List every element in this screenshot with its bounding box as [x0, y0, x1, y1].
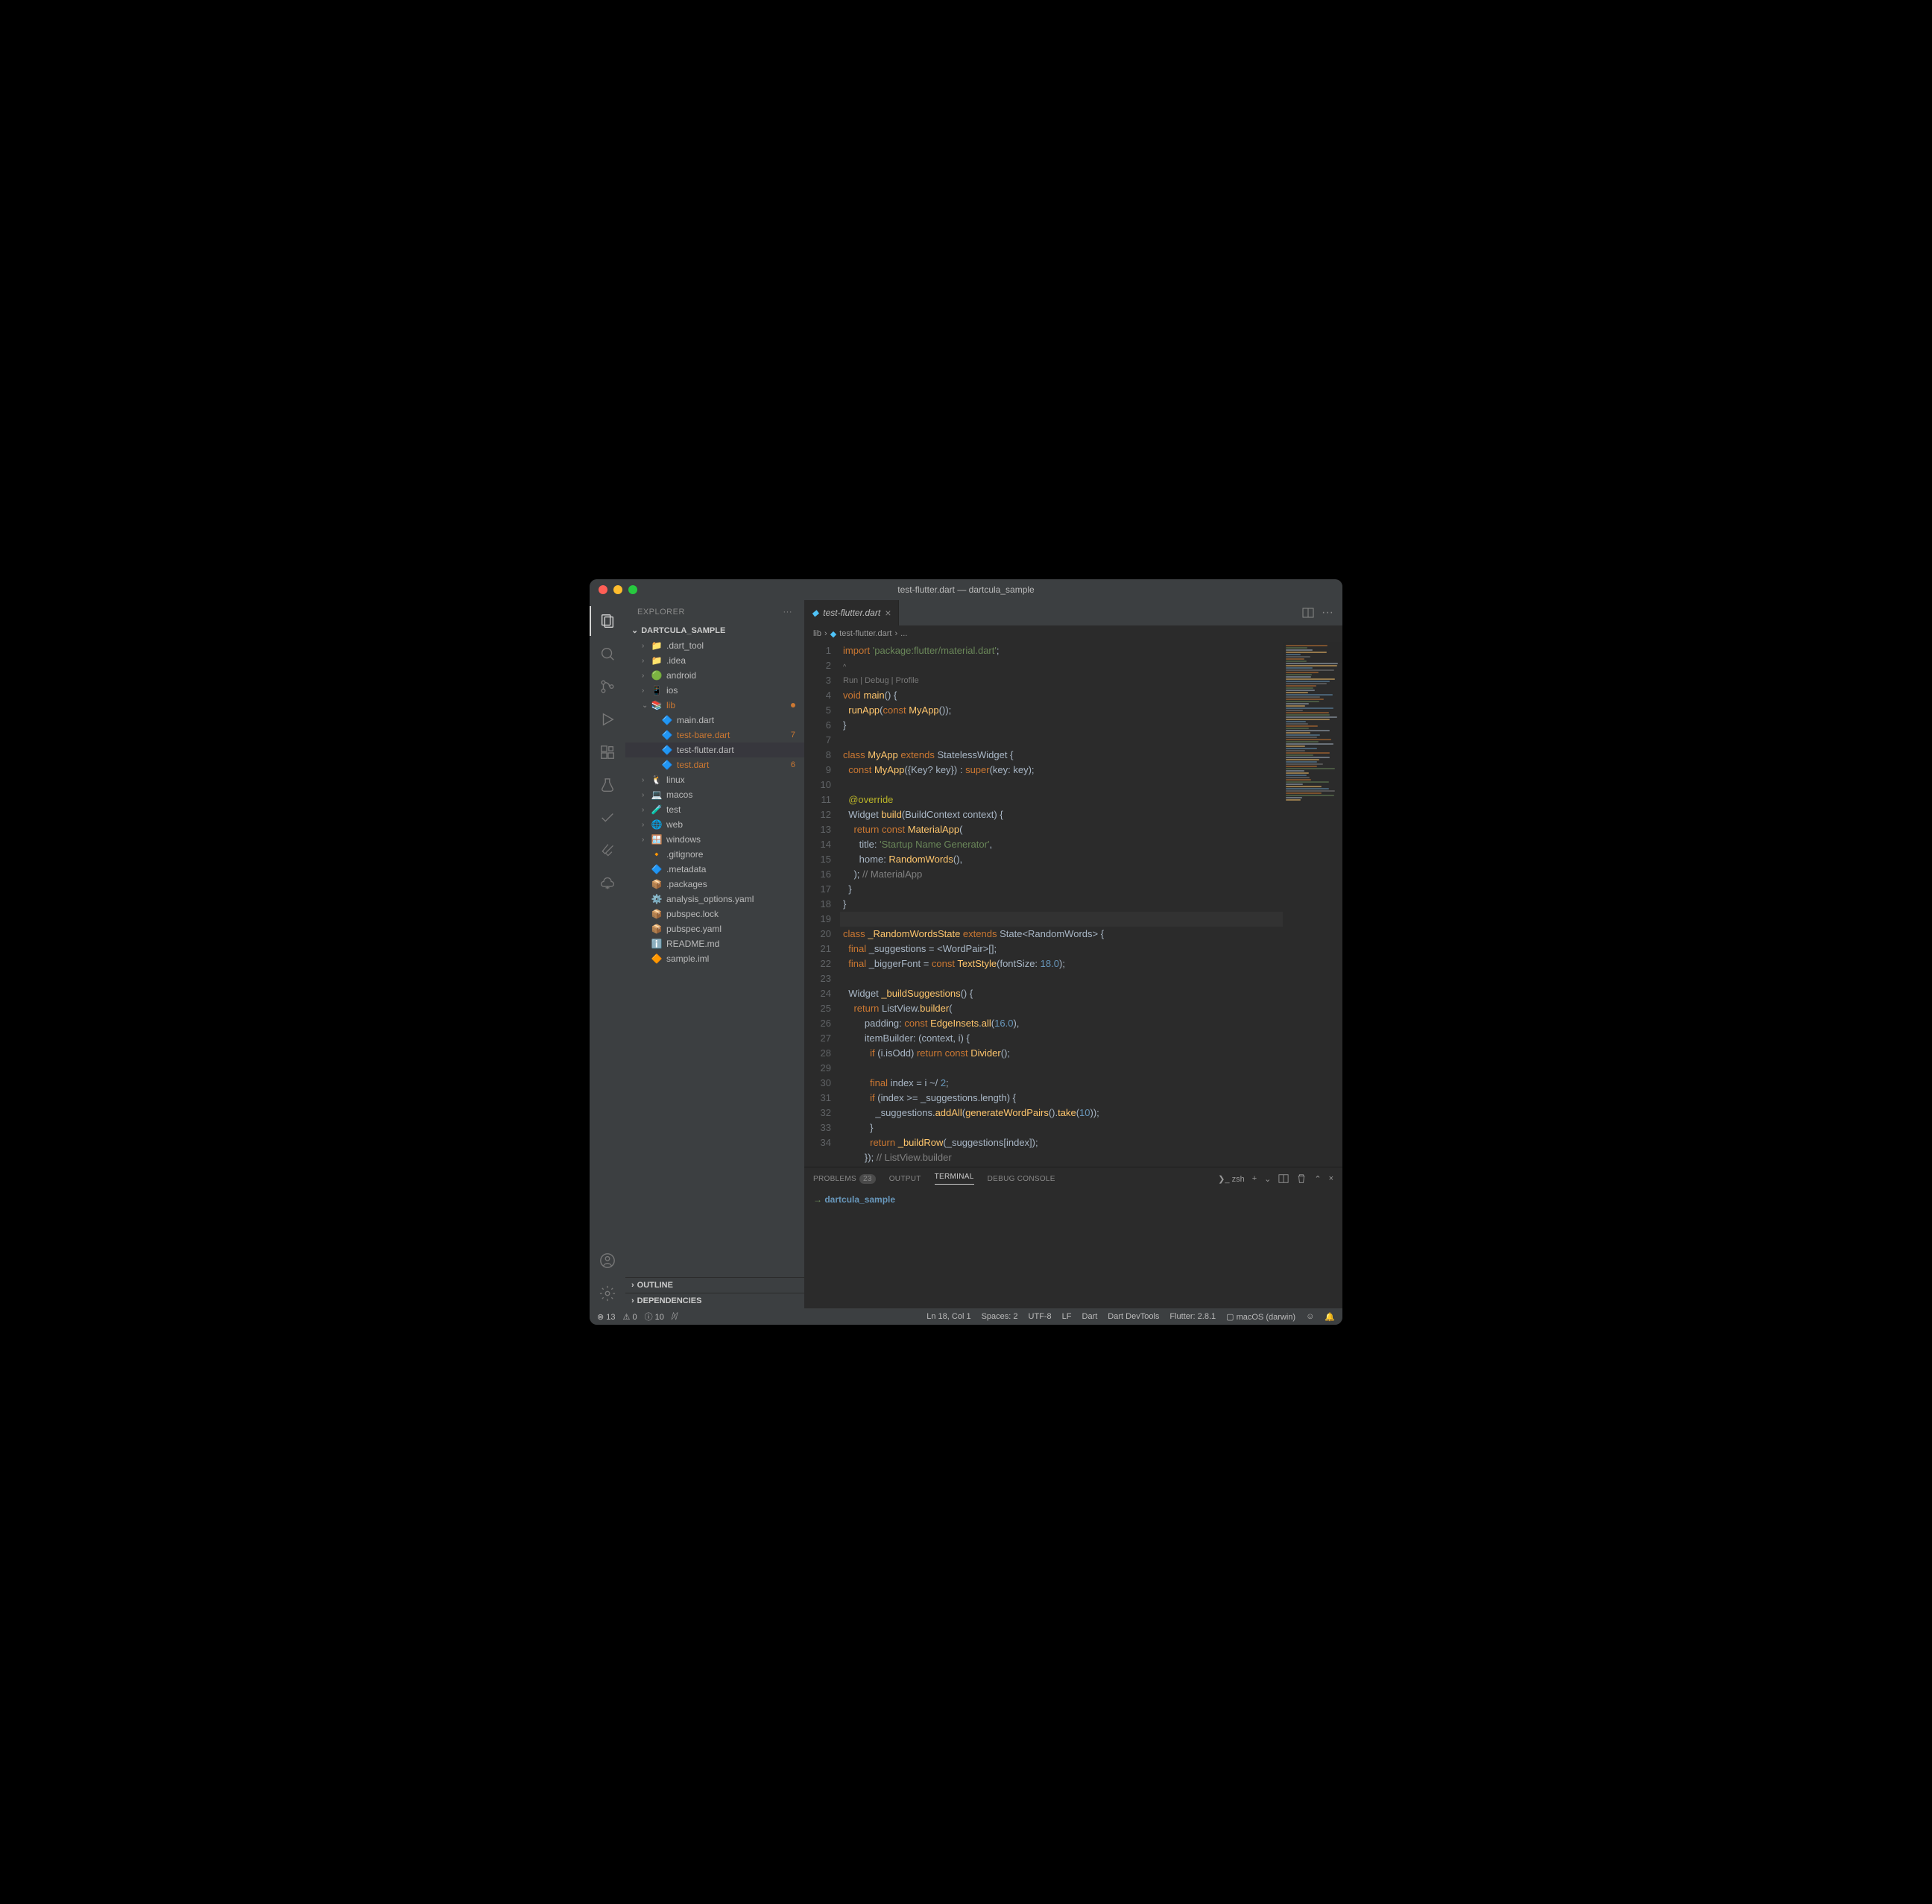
tab-debug-console[interactable]: DEBUG CONSOLE — [988, 1175, 1055, 1183]
tree-item[interactable]: 🔷test.dart6 — [625, 757, 804, 772]
split-editor-icon[interactable] — [1302, 607, 1314, 619]
file-tree[interactable]: ›📁.dart_tool›📁.idea›🟢android›📱ios⌄📚lib🔷m… — [625, 638, 804, 1277]
tab-actions: ··· — [1302, 600, 1342, 625]
code-editor[interactable]: 1234567891011121314151617181920212223242… — [804, 642, 1283, 1167]
tab-problems[interactable]: PROBLEMS23 — [813, 1175, 876, 1183]
indentation[interactable]: Spaces: 2 — [982, 1312, 1018, 1321]
search-icon[interactable] — [590, 639, 625, 669]
tree-item[interactable]: 📦pubspec.lock — [625, 907, 804, 921]
terminal-content[interactable]: → dartcula_sample — [804, 1190, 1342, 1308]
tree-item[interactable]: 🔸.gitignore — [625, 847, 804, 862]
tab-terminal[interactable]: TERMINAL — [935, 1173, 974, 1185]
tree-item[interactable]: ›🟢android — [625, 668, 804, 683]
tree-item[interactable]: 📦pubspec.yaml — [625, 921, 804, 936]
window-title: test-flutter.dart — dartcula_sample — [897, 584, 1034, 595]
language-mode[interactable]: Dart — [1082, 1312, 1098, 1321]
tab-output[interactable]: OUTPUT — [889, 1175, 921, 1183]
tree-item[interactable]: 📦.packages — [625, 877, 804, 892]
dependencies-section[interactable]: › DEPENDENCIES — [625, 1293, 804, 1308]
editor-tab[interactable]: ◆ test-flutter.dart × — [804, 600, 899, 625]
explorer-label: EXPLORER — [637, 608, 685, 617]
tree-item[interactable]: ›💻macos — [625, 787, 804, 802]
tree-item[interactable]: ›📁.idea — [625, 653, 804, 668]
workbench: EXPLORER ··· ⌄ DARTCULA_SAMPLE ›📁.dart_t… — [590, 600, 1342, 1308]
check-icon[interactable] — [590, 803, 625, 833]
testing-icon[interactable] — [590, 770, 625, 800]
source-control-icon[interactable] — [590, 672, 625, 702]
run-debug-icon[interactable] — [590, 704, 625, 734]
settings-icon[interactable] — [590, 1279, 625, 1308]
line-gutter: 1234567891011121314151617181920212223242… — [804, 642, 840, 1167]
tree-item[interactable]: ›🪟windows — [625, 832, 804, 847]
bottom-panel: PROBLEMS23 OUTPUT TERMINAL DEBUG CONSOLE… — [804, 1167, 1342, 1308]
tree-item[interactable]: 🔷.metadata — [625, 862, 804, 877]
trash-icon[interactable] — [1296, 1173, 1307, 1184]
tree-item[interactable]: ⌄📚lib — [625, 698, 804, 713]
tree-item[interactable]: 🔷test-flutter.dart — [625, 743, 804, 757]
tree-item[interactable]: ⚙️analysis_options.yaml — [625, 892, 804, 907]
status-bar: ⊗ 13 ⚠ 0 ⓘ 10 ᛞ Ln 18, Col 1 Spaces: 2 U… — [590, 1308, 1342, 1325]
tree-item[interactable]: ›🐧linux — [625, 772, 804, 787]
sidebar: EXPLORER ··· ⌄ DARTCULA_SAMPLE ›📁.dart_t… — [625, 600, 804, 1308]
new-terminal-icon[interactable]: + — [1252, 1174, 1257, 1183]
editor-group: ◆ test-flutter.dart × ··· lib › ◆ test-f… — [804, 600, 1342, 1308]
shell-selector[interactable]: ❯_ zsh — [1218, 1174, 1245, 1184]
tree-item[interactable]: ℹ️README.md — [625, 936, 804, 951]
dart-devtools[interactable]: Dart DevTools — [1108, 1312, 1159, 1321]
status-info[interactable]: ⓘ 10 — [645, 1311, 664, 1323]
project-section[interactable]: ⌄ DARTCULA_SAMPLE — [625, 622, 804, 638]
editor-tabs: ◆ test-flutter.dart × ··· — [804, 600, 1342, 625]
status-warnings[interactable]: ⚠ 0 — [623, 1312, 637, 1322]
eol[interactable]: LF — [1062, 1312, 1072, 1321]
traffic-lights — [590, 585, 637, 594]
encoding[interactable]: UTF-8 — [1029, 1312, 1052, 1321]
dart-icon: ◆ — [812, 608, 818, 618]
maximize-panel-icon[interactable]: ⌃ — [1314, 1174, 1321, 1184]
feedback-icon[interactable]: ☺ — [1306, 1312, 1314, 1321]
flutter-version[interactable]: Flutter: 2.8.1 — [1169, 1312, 1216, 1321]
vscode-window: test-flutter.dart — dartcula_sample EXPL… — [590, 579, 1342, 1325]
minimize-window-button[interactable] — [613, 585, 622, 594]
tree-item[interactable]: ›📁.dart_tool — [625, 638, 804, 653]
tree-item[interactable]: ›📱ios — [625, 683, 804, 698]
sidebar-header: EXPLORER ··· — [625, 600, 804, 622]
flutter-icon[interactable] — [590, 836, 625, 866]
code-content[interactable]: import 'package:flutter/material.dart';^… — [840, 642, 1283, 1167]
titlebar[interactable]: test-flutter.dart — dartcula_sample — [590, 579, 1342, 600]
dart-icon: ◆ — [830, 629, 836, 639]
debug-icon[interactable]: ᛞ — [672, 1312, 677, 1321]
tree-item[interactable]: 🔷main.dart — [625, 713, 804, 728]
breadcrumb[interactable]: lib › ◆ test-flutter.dart › ... — [804, 625, 1342, 642]
status-errors[interactable]: ⊗ 13 — [597, 1312, 616, 1322]
cursor-position[interactable]: Ln 18, Col 1 — [926, 1312, 970, 1321]
close-icon[interactable]: × — [885, 607, 891, 619]
chevron-right-icon: › — [631, 1296, 634, 1305]
more-actions-icon[interactable]: ··· — [1322, 606, 1333, 620]
tree-item[interactable]: 🔶sample.iml — [625, 951, 804, 966]
chevron-down-icon: ⌄ — [631, 625, 638, 635]
project-name: DARTCULA_SAMPLE — [641, 626, 725, 635]
split-terminal-icon[interactable] — [1278, 1173, 1289, 1184]
more-icon[interactable]: ··· — [783, 608, 793, 617]
close-window-button[interactable] — [599, 585, 607, 594]
device-selector[interactable]: ▢ macOS (darwin) — [1226, 1312, 1295, 1322]
explorer-icon[interactable] — [590, 606, 625, 636]
tree-item[interactable]: 🔷test-bare.dart7 — [625, 728, 804, 743]
panel-tabs: PROBLEMS23 OUTPUT TERMINAL DEBUG CONSOLE… — [804, 1167, 1342, 1190]
chevron-down-icon[interactable]: ⌄ — [1264, 1174, 1271, 1184]
bell-icon[interactable]: 🔔 — [1325, 1312, 1335, 1322]
close-panel-icon[interactable]: × — [1329, 1174, 1333, 1183]
chevron-right-icon: › — [631, 1281, 634, 1290]
extensions-icon[interactable] — [590, 737, 625, 767]
cloud-icon[interactable] — [590, 869, 625, 898]
tree-item[interactable]: ›🌐web — [625, 817, 804, 832]
minimap[interactable] — [1283, 642, 1342, 1167]
editor-area: 1234567891011121314151617181920212223242… — [804, 642, 1342, 1167]
account-icon[interactable] — [590, 1246, 625, 1276]
maximize-window-button[interactable] — [628, 585, 637, 594]
tab-label: test-flutter.dart — [823, 608, 880, 618]
tree-item[interactable]: ›🧪test — [625, 802, 804, 817]
outline-section[interactable]: › OUTLINE — [625, 1277, 804, 1293]
activity-bar — [590, 600, 625, 1308]
